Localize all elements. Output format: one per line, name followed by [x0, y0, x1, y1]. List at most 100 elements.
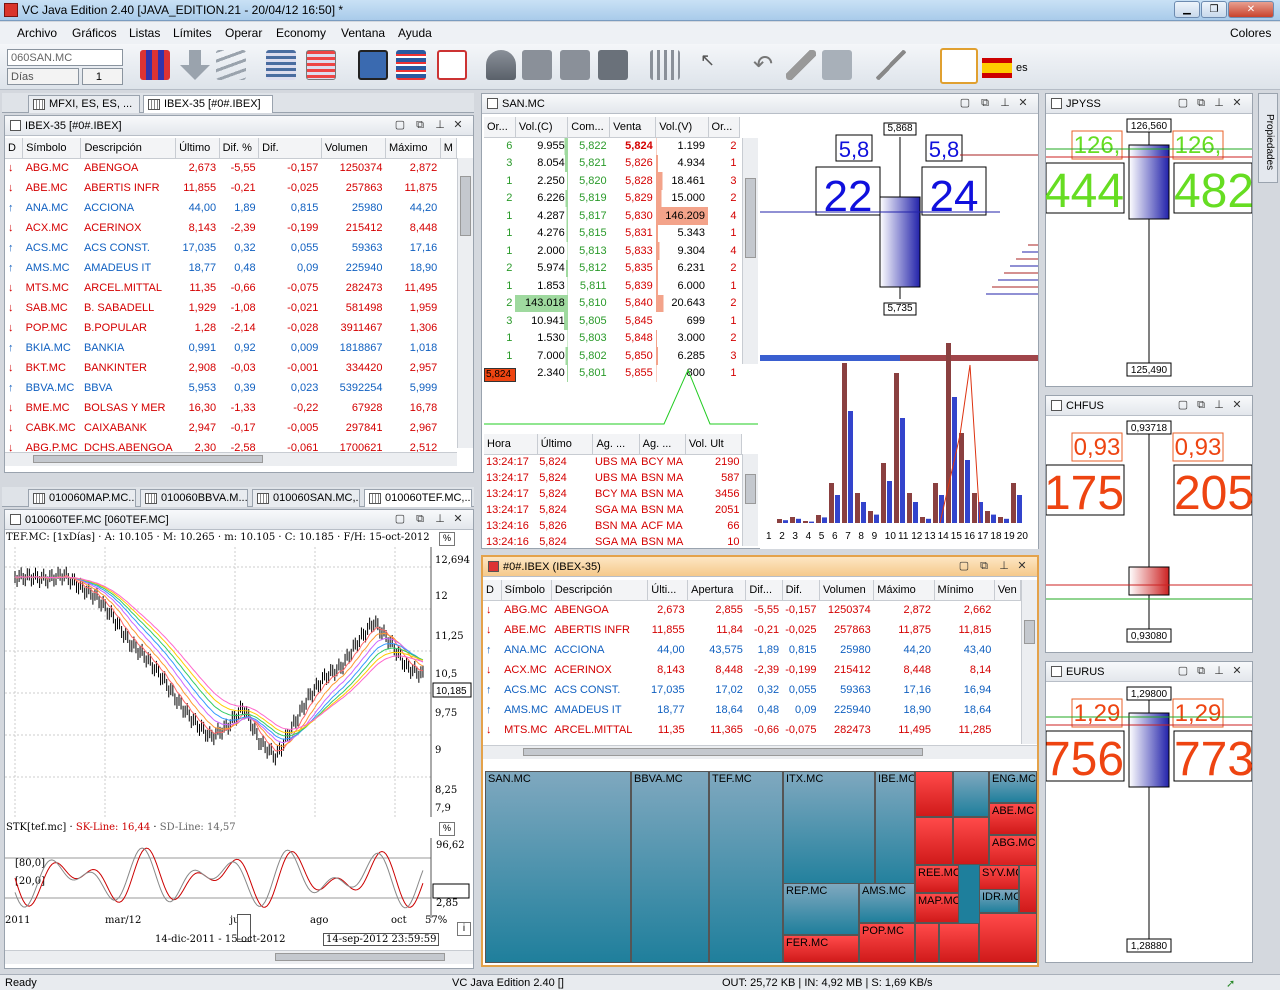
- table-row[interactable]: ↑ ANA.MC ACCIONA 44,00 43,575 1,89 0,815 25980 4…: [483, 640, 1021, 660]
- connect-icon[interactable]: [486, 50, 516, 80]
- treemap-cell[interactable]: AMS.MC: [859, 883, 915, 923]
- treemap-cell[interactable]: [953, 817, 989, 865]
- table-row[interactable]: ↓ MTS.MC ARCEL.MITTAL 11,35 -0,66 -0,075 28247…: [5, 278, 457, 298]
- book-col-vol-buy[interactable]: Vol.(C): [515, 117, 569, 138]
- book-row[interactable]: 6 9.955 5,822 5,824 1.199 2: [484, 137, 740, 155]
- table-row[interactable]: ↓ MTS.MC ARCEL.MITTAL 11,35 11,365 -0,66 -0,07…: [483, 720, 1021, 740]
- treemap-cell[interactable]: [915, 817, 953, 865]
- table-row[interactable]: ↓ CABK.MC CAIXABANK 2,947 -0,17 -0,005 297841 2…: [5, 418, 457, 438]
- price-chart[interactable]: 12,6941211,2510,510,18510,1859,7598,257,…: [5, 547, 473, 817]
- col-dif-pct[interactable]: Dif...: [745, 580, 783, 601]
- treemap-cell[interactable]: IBE.MC: [875, 771, 915, 889]
- checklist-icon[interactable]: [940, 48, 978, 84]
- book-row[interactable]: 1 1.853 5,811 5,839 6.000 1: [484, 277, 740, 295]
- table-row[interactable]: ↓ SAB.MC B. SABADELL 1,929 -1,08 -0,021 581498…: [5, 298, 457, 318]
- float-icon[interactable]: ⧉: [977, 559, 991, 573]
- col-apertura[interactable]: Apertura: [687, 580, 747, 601]
- chart-hscroll[interactable]: [5, 950, 473, 964]
- treemap-cell[interactable]: BBVA.MC: [631, 771, 709, 963]
- close-panel-icon[interactable]: ✕: [451, 118, 465, 132]
- matrix-icon[interactable]: [396, 50, 426, 80]
- treemap-cell[interactable]: [1019, 865, 1037, 913]
- trade-row[interactable]: 13:24:17 5,824 SGA MA BSN MA 2051: [484, 502, 742, 518]
- treemap-cell[interactable]: [939, 923, 979, 963]
- trade-row[interactable]: 13:24:17 5,824 UBS MA BCY MA 2190: [484, 454, 742, 470]
- book-row[interactable]: 1 4.276 5,815 5,831 5.343 1: [484, 224, 740, 242]
- treemap-cell[interactable]: IDR.MC: [979, 889, 1019, 913]
- col-m[interactable]: M: [440, 138, 458, 159]
- pin-icon[interactable]: ⊥: [997, 559, 1011, 573]
- bars-icon[interactable]: [650, 50, 680, 80]
- book-col-vol-sell[interactable]: Vol.(V): [655, 117, 709, 138]
- treemap-cell[interactable]: ABE.MC: [989, 803, 1037, 835]
- table-row[interactable]: ↓ ABE.MC ABERTIS INFR 11,855 -0,21 -0,025 2578…: [5, 178, 457, 198]
- menu-colores[interactable]: Colores: [1230, 26, 1271, 40]
- menu-graficos[interactable]: Gráficos: [72, 26, 117, 40]
- trade-col-hora[interactable]: Hora: [484, 434, 538, 455]
- pin-icon[interactable]: ⊥: [1212, 96, 1226, 110]
- language-label[interactable]: es: [1016, 62, 1028, 74]
- tab-ibex35[interactable]: IBEX-35 [#0#.IBEX]: [143, 95, 273, 113]
- close-button[interactable]: ✕: [1228, 1, 1274, 18]
- table-row[interactable]: ↓ BKT.MC BANKINTER 2,908 -0,03 -0,001 334420 2,…: [5, 358, 457, 378]
- col-maximo[interactable]: Máximo: [385, 138, 441, 159]
- trade-col-ag2[interactable]: Ag. ...: [639, 434, 686, 455]
- trade-row[interactable]: 13:24:16 5,826 BSN MA ACF MA 66: [484, 518, 742, 534]
- eraser-icon[interactable]: [786, 50, 816, 80]
- float-icon[interactable]: ⧉: [413, 118, 427, 132]
- trade-col-vol[interactable]: Vol. Ult: [685, 434, 743, 455]
- col-descripcion[interactable]: Descripción: [80, 138, 177, 159]
- treemap-cell[interactable]: POP.MC: [859, 923, 915, 963]
- book-row[interactable]: 1 4.287 5,817 5,830 146.209 4: [484, 207, 740, 225]
- treemap[interactable]: SAN.MC BBVA.MC TEF.MC ITX.MC IBE.MC ENG.MC ABE…: [485, 771, 1037, 963]
- book-row[interactable]: 1 7.000 5,802 5,850 6.285 3: [484, 347, 740, 365]
- candle-chart-icon[interactable]: [140, 50, 170, 80]
- col-maximo[interactable]: Máximo: [873, 580, 935, 601]
- book-row[interactable]: 3 8.054 5,821 5,826 4.934 1: [484, 154, 740, 172]
- stk-chart[interactable]: 96,6216,442,85[80,0][20,0]: [5, 838, 473, 918]
- col-ven[interactable]: Ven: [994, 580, 1022, 601]
- restore-icon[interactable]: ▢: [958, 96, 972, 110]
- table-row[interactable]: ↓ BME.MC BOLSAS Y MER 16,30 -1,33 -0,22 67928 1…: [5, 398, 457, 418]
- tab-mfxi[interactable]: MFXI, ES, ES, ...: [28, 95, 140, 113]
- table-row[interactable]: ↑ ACS.MC ACS CONST. 17,035 17,02 0,32 0,055 593…: [483, 680, 1021, 700]
- restore-icon[interactable]: ▢: [1176, 96, 1190, 110]
- properties-side-tab[interactable]: Propiedades: [1258, 93, 1278, 183]
- trade-row[interactable]: 13:24:16 5,824 SGA MA BSN MA 10: [484, 534, 742, 550]
- float-icon[interactable]: ⧉: [978, 96, 992, 110]
- menu-economy[interactable]: Economy: [276, 26, 326, 40]
- treemap-cell[interactable]: ITX.MC: [783, 771, 875, 889]
- close-panel-icon[interactable]: ✕: [1230, 398, 1244, 412]
- ibex-bottom-vscroll[interactable]: [1021, 580, 1037, 744]
- col-simbolo[interactable]: Símbolo: [22, 138, 82, 159]
- close-panel-icon[interactable]: ✕: [1016, 96, 1030, 110]
- float-icon[interactable]: ⧉: [413, 512, 427, 526]
- restore-icon[interactable]: ▢: [957, 559, 971, 573]
- minimize-button[interactable]: ▁: [1174, 1, 1200, 18]
- table-row[interactable]: ↑ AMS.MC AMADEUS IT 18,77 0,48 0,09 225940 18,9…: [5, 258, 457, 278]
- restore-icon[interactable]: ▢: [393, 118, 407, 132]
- book-row[interactable]: 3 10.941 5,805 5,845 699 1: [484, 312, 740, 330]
- trade-col-ultimo[interactable]: Último: [537, 434, 594, 455]
- pin-icon[interactable]: ⊥: [1212, 398, 1226, 412]
- trades-vscroll[interactable]: [742, 454, 758, 546]
- restore-icon[interactable]: ▢: [1176, 664, 1190, 678]
- treemap-cell[interactable]: REP.MC: [783, 883, 859, 935]
- book-row[interactable]: 2 6.226 5,819 5,829 15.000 2: [484, 189, 740, 207]
- table-row[interactable]: ↑ ACS.MC ACS CONST. 17,035 0,32 0,055 59363 17,…: [5, 238, 457, 258]
- float-icon[interactable]: ⧉: [1194, 664, 1208, 678]
- table-row[interactable]: ↑ BBVA.MC BBVA 5,953 0,39 0,023 5392254 5,999: [5, 378, 457, 398]
- pin-icon[interactable]: ⊥: [433, 118, 447, 132]
- col-d[interactable]: D: [483, 580, 502, 601]
- table-row[interactable]: ↓ ABG.MC ABENGOA 2,673 -5,55 -0,157 1250374 2,8…: [5, 158, 457, 178]
- treemap-cell[interactable]: SAN.MC: [485, 771, 631, 963]
- close-panel-icon[interactable]: ✕: [451, 512, 465, 526]
- book-row[interactable]: 1 1.530 5,803 5,848 3.000 2: [484, 329, 740, 347]
- ibex-hscroll[interactable]: [5, 452, 457, 466]
- symbol-input[interactable]: 060SAN.MC: [7, 49, 123, 66]
- wave-icon[interactable]: [216, 50, 246, 80]
- col-simbolo[interactable]: Símbolo: [501, 580, 552, 601]
- float-icon[interactable]: ⧉: [1194, 96, 1208, 110]
- percent-toggle[interactable]: %: [439, 532, 455, 546]
- book-col-orders-sell[interactable]: Or...: [708, 117, 741, 138]
